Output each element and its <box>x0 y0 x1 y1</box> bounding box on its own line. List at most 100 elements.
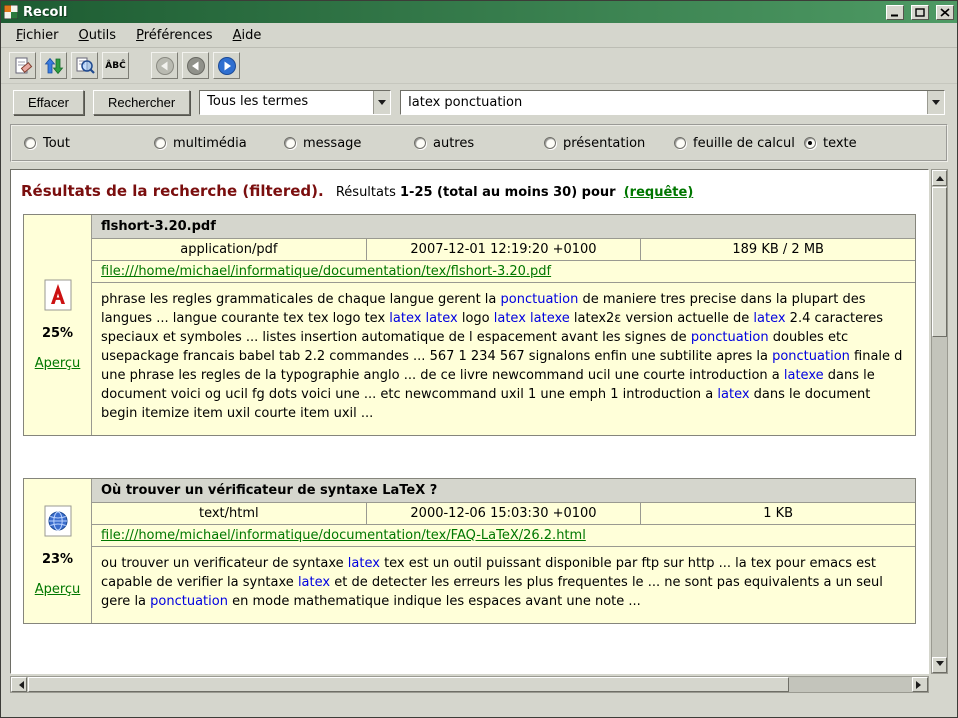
search-term-highlight: ponctuation <box>772 349 850 364</box>
magnifier-document-icon <box>75 56 95 76</box>
search-term-highlight: ponctuation <box>501 292 579 307</box>
filter-radio-autres[interactable]: autres <box>414 136 544 151</box>
menubar: FichierOutilsPréférencesAide <box>1 23 957 48</box>
result-url-link[interactable]: file:///home/michael/informatique/docume… <box>101 264 551 279</box>
update-index-button[interactable] <box>40 52 67 79</box>
clear-search-button[interactable] <box>9 52 36 79</box>
arrow-up-icon <box>936 172 944 181</box>
result-snippet: phrase les regles grammaticales de chaqu… <box>92 283 915 435</box>
vertical-scroll-track[interactable] <box>932 186 947 657</box>
preview-link[interactable]: Aperçu <box>35 356 81 371</box>
result-meta-row: application/pdf 2007-12-01 12:19:20 +010… <box>92 239 915 261</box>
search-term-highlight: latex <box>717 387 749 402</box>
search-button[interactable]: Rechercher <box>93 90 190 115</box>
radio-button-icon <box>674 137 686 149</box>
results-title: Résultats de la recherche (filtered). <box>21 182 324 200</box>
query-combobox <box>400 90 945 115</box>
category-filter-row: Tout multimédia message autres présentation f… <box>24 136 934 151</box>
scroll-up-button[interactable] <box>932 170 947 186</box>
prev-page-button[interactable] <box>182 52 209 79</box>
result-date: 2000-12-06 15:03:30 +0100 <box>367 503 642 524</box>
arrow-down-icon <box>936 661 944 670</box>
result-filename: Où trouver un vérificateur de syntaxe La… <box>92 479 915 503</box>
radio-button-icon <box>284 137 296 149</box>
radio-button-icon <box>24 137 36 149</box>
relevance-percent: 25% <box>42 326 73 341</box>
filter-label: message <box>303 136 361 151</box>
result-url-row: file:///home/michael/informatique/docume… <box>92 261 915 283</box>
result-item: 25% Aperçu flshort-3.20.pdf application/… <box>23 214 916 436</box>
double-arrows-icon <box>44 56 64 76</box>
horizontal-scrollbar-row <box>10 676 948 693</box>
filter-radio-tout[interactable]: Tout <box>24 136 154 151</box>
menu-item-fichier[interactable]: Fichier <box>7 25 68 46</box>
menu-item-aide[interactable]: Aide <box>224 25 271 46</box>
result-url-link[interactable]: file:///home/michael/informatique/docume… <box>101 528 586 543</box>
results-header: Résultats de la recherche (filtered). Ré… <box>13 176 926 214</box>
app-icon <box>4 5 18 19</box>
filter-label: multimédia <box>173 136 247 151</box>
horizontal-scroll-thumb[interactable] <box>28 677 789 692</box>
radio-button-icon <box>544 137 556 149</box>
filter-radio-multimédia[interactable]: multimédia <box>154 136 284 151</box>
clear-button[interactable]: Effacer <box>13 90 84 115</box>
radio-button-icon <box>154 137 166 149</box>
next-page-button[interactable] <box>213 52 240 79</box>
scroll-right-button[interactable] <box>912 677 928 692</box>
minimize-button[interactable] <box>886 5 904 20</box>
preview-link[interactable]: Aperçu <box>35 582 81 597</box>
result-snippet: ou trouver un verificateur de syntaxe la… <box>92 547 915 623</box>
snippet-text: logo <box>458 311 494 326</box>
filter-radio-présentation[interactable]: présentation <box>544 136 674 151</box>
vertical-scrollbar[interactable] <box>931 169 948 674</box>
filter-label: Tout <box>43 136 70 151</box>
results-summary: Résultats 1-25 (total au moins 30) pour … <box>336 185 693 200</box>
close-button[interactable] <box>936 5 954 20</box>
search-mode-combobox[interactable]: Tous les termes <box>199 90 391 115</box>
combo-dropdown-button[interactable] <box>373 91 390 114</box>
search-term-highlight: latex <box>348 556 380 571</box>
scrollbar-corner <box>929 676 948 693</box>
search-term-highlight: latex latex <box>389 311 457 326</box>
circle-arrow-left-icon <box>186 56 206 76</box>
circle-arrow-right-icon <box>217 56 237 76</box>
category-filter-frame: Tout multimédia message autres présentation f… <box>10 124 948 162</box>
search-mode-value: Tous les termes <box>200 91 373 114</box>
snippet-text: ou trouver un verificateur de syntaxe <box>101 556 348 571</box>
spellcheck-button[interactable]: ÂBĈ <box>102 52 129 79</box>
filter-label: feuille de calcul <box>693 136 795 151</box>
horizontal-scroll-track[interactable] <box>27 677 912 692</box>
query-link[interactable]: (requête) <box>624 185 694 200</box>
document-eraser-icon <box>13 56 33 76</box>
results-count: 1-25 (total au moins 30) pour <box>400 185 616 200</box>
query-history-dropdown-button[interactable] <box>927 91 944 114</box>
html-globe-icon <box>44 505 72 537</box>
vertical-scroll-thumb[interactable] <box>932 187 947 337</box>
radio-button-icon <box>804 137 816 149</box>
result-mimetype: text/html <box>92 503 367 524</box>
first-page-button[interactable] <box>151 52 178 79</box>
term-explorer-button[interactable] <box>71 52 98 79</box>
snippet-text: phrase les regles grammaticales de chaqu… <box>101 292 501 307</box>
relevance-percent: 23% <box>42 552 73 567</box>
filter-radio-message[interactable]: message <box>284 136 414 151</box>
menu-item-pr-f-rences[interactable]: Préférences <box>127 25 221 46</box>
search-term-highlight: latex <box>298 575 330 590</box>
scroll-left-button[interactable] <box>11 677 27 692</box>
titlebar: Recoll <box>1 1 957 23</box>
result-size: 1 KB <box>641 503 915 524</box>
result-details: flshort-3.20.pdf application/pdf 2007-12… <box>92 215 915 435</box>
filter-label: autres <box>433 136 474 151</box>
result-side-panel: 25% Aperçu <box>24 215 92 435</box>
search-input[interactable] <box>401 91 927 114</box>
menu-item-outils[interactable]: Outils <box>70 25 126 46</box>
horizontal-scrollbar[interactable] <box>10 676 929 693</box>
maximize-button[interactable] <box>911 5 929 20</box>
results-zone: Résultats de la recherche (filtered). Ré… <box>10 169 948 674</box>
filter-radio-texte[interactable]: texte <box>804 136 934 151</box>
filter-radio-feuille-de-calcul[interactable]: feuille de calcul <box>674 136 804 151</box>
search-term-highlight: ponctuation <box>691 330 769 345</box>
search-term-highlight: latex <box>753 311 785 326</box>
result-side-panel: 23% Aperçu <box>24 479 92 623</box>
scroll-down-button[interactable] <box>932 657 947 673</box>
